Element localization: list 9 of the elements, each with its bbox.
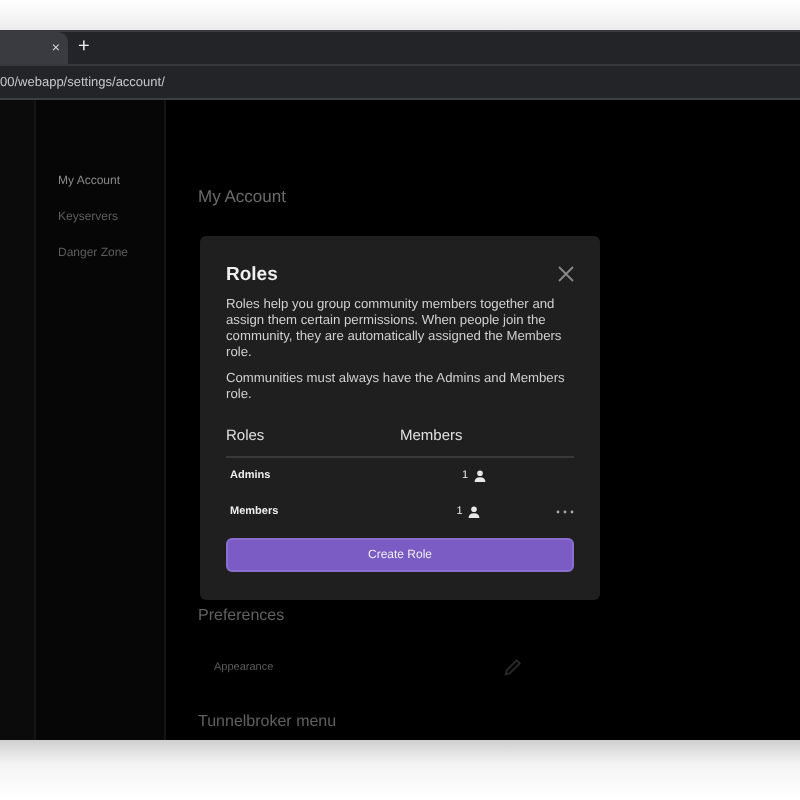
new-tab-button[interactable]: + [68,32,100,64]
page-title: My Account [198,186,288,206]
close-button[interactable] [558,266,574,282]
section-heading: Preferences [198,606,287,624]
section-heading: Tunnelbroker menu [198,712,339,730]
person-icon [468,506,481,518]
more-options-button[interactable] [556,506,574,518]
dialog-title: Roles [226,263,278,285]
person-icon [474,470,487,482]
